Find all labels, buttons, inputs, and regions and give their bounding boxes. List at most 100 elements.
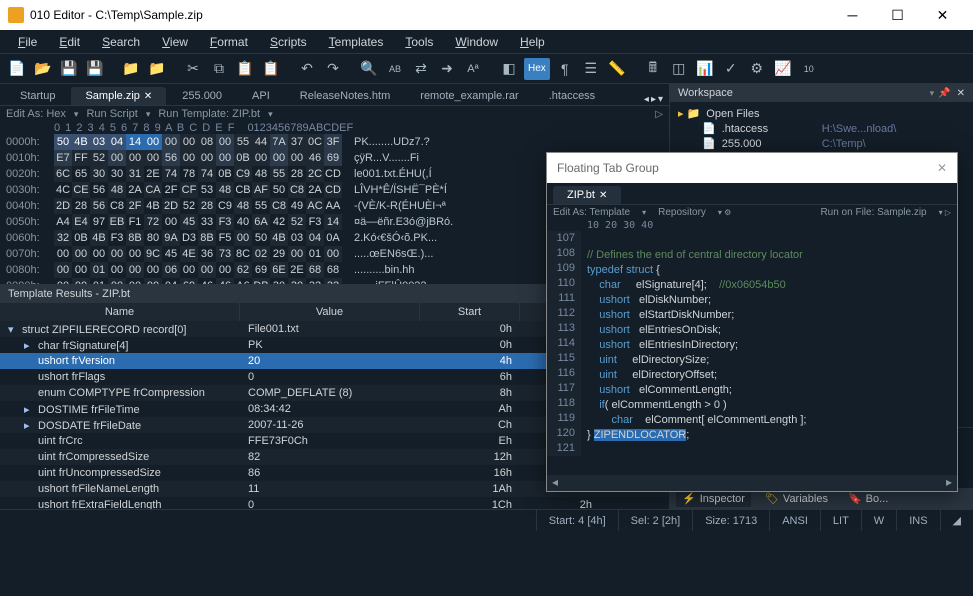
paste-icon[interactable]: 📋 bbox=[234, 58, 256, 80]
code-line[interactable]: ushort elEntriesOnDisk; bbox=[587, 323, 957, 338]
close-button[interactable]: ✕ bbox=[920, 0, 965, 30]
compare-icon[interactable]: ◫ bbox=[668, 58, 690, 80]
chart-icon[interactable]: 📈 bbox=[772, 58, 794, 80]
ops-icon[interactable]: ⚙ bbox=[746, 58, 768, 80]
panel-close-icon[interactable]: ✕ bbox=[957, 88, 965, 99]
maximize-button[interactable]: ☐ bbox=[875, 0, 920, 30]
status-ansi[interactable]: ANSI bbox=[769, 510, 820, 531]
find-ab-icon[interactable]: AB bbox=[384, 58, 406, 80]
status-ins[interactable]: INS bbox=[896, 510, 939, 531]
run-play-icon[interactable]: ▷ bbox=[655, 109, 663, 120]
menu-tools[interactable]: Tools bbox=[395, 33, 443, 51]
code-line[interactable] bbox=[587, 443, 957, 458]
float-edit-as[interactable]: Edit As: Template bbox=[553, 207, 630, 218]
open-icon[interactable]: 📂 bbox=[32, 58, 54, 80]
code-line[interactable] bbox=[587, 233, 957, 248]
ruler-icon[interactable]: 📏 bbox=[606, 58, 628, 80]
menu-templates[interactable]: Templates bbox=[319, 33, 394, 51]
col-value[interactable]: Value bbox=[240, 303, 420, 321]
status-w[interactable]: W bbox=[861, 510, 896, 531]
dropdown-icon[interactable]: ▾ bbox=[658, 94, 663, 105]
save-all-icon[interactable]: 💾 bbox=[84, 58, 106, 80]
code-line[interactable]: uint elDirectorySize; bbox=[587, 353, 957, 368]
scroll-right-icon[interactable]: ▸ bbox=[941, 475, 957, 491]
run-template-label[interactable]: Run Template: ZIP.bt bbox=[158, 108, 260, 120]
open-file-row[interactable]: 📄.htaccessH:\Swe...nload\ bbox=[678, 121, 965, 136]
document-tab[interactable]: 255.000 bbox=[168, 87, 236, 105]
code-line[interactable]: typedef struct { bbox=[587, 263, 957, 278]
hist-icon[interactable]: 📊 bbox=[694, 58, 716, 80]
template-result-row[interactable]: ushort frExtraFieldLength01Ch2h bbox=[0, 497, 669, 509]
floating-tab[interactable]: ZIP.bt✕ bbox=[553, 186, 621, 204]
code-line[interactable]: if( elCommentLength > 0 ) bbox=[587, 398, 957, 413]
document-tab[interactable]: remote_example.rar bbox=[406, 87, 532, 105]
floating-tab-group-window[interactable]: Floating Tab Group ✕ ZIP.bt✕ Edit As: Te… bbox=[546, 152, 958, 492]
highlight-icon[interactable]: ◧ bbox=[498, 58, 520, 80]
font-icon[interactable]: Aª bbox=[462, 58, 484, 80]
scroll-left-icon[interactable]: ◂ bbox=[644, 94, 649, 105]
goto-icon[interactable]: ➜ bbox=[436, 58, 458, 80]
tab-bookmarks[interactable]: 🔖Bo... bbox=[842, 490, 894, 507]
hex-mode-button[interactable]: Hex bbox=[524, 58, 550, 80]
code-line[interactable]: char elSignature[4]; //0x06054b50 bbox=[587, 278, 957, 293]
floating-titlebar[interactable]: Floating Tab Group ✕ bbox=[547, 153, 957, 183]
undo-icon[interactable]: ↶ bbox=[296, 58, 318, 80]
open-file-row[interactable]: 📄255.000C:\Temp\ bbox=[678, 136, 965, 151]
scroll-right-icon[interactable]: ▸ bbox=[651, 94, 656, 105]
new-icon[interactable]: 📄 bbox=[6, 58, 28, 80]
copy-icon[interactable]: ⧉ bbox=[208, 58, 230, 80]
menu-view[interactable]: View bbox=[152, 33, 198, 51]
code-line[interactable]: } ZIPENDLOCATOR; bbox=[587, 428, 957, 443]
code-line[interactable]: uint elDirectoryOffset; bbox=[587, 368, 957, 383]
menu-window[interactable]: Window bbox=[445, 33, 508, 51]
code-line[interactable]: ushort elEntriesInDirectory; bbox=[587, 338, 957, 353]
run-script-label[interactable]: Run Script bbox=[86, 108, 137, 120]
toggle-icon[interactable]: 10 bbox=[798, 58, 820, 80]
align-icon[interactable]: ¶ bbox=[554, 58, 576, 80]
tab-variables[interactable]: 🏷Variables bbox=[759, 490, 834, 507]
resize-grip-icon[interactable]: ◢ bbox=[940, 510, 973, 531]
float-repository[interactable]: Repository bbox=[658, 207, 706, 218]
menu-format[interactable]: Format bbox=[200, 33, 258, 51]
menu-scripts[interactable]: Scripts bbox=[260, 33, 317, 51]
check-icon[interactable]: ✓ bbox=[720, 58, 742, 80]
floating-hscrollbar[interactable]: ◂ ▸ bbox=[547, 475, 957, 491]
edit-as-label[interactable]: Edit As: Hex bbox=[6, 108, 66, 120]
code-editor[interactable]: 1071081091101111121131141151161171181191… bbox=[547, 231, 957, 475]
tab-inspector[interactable]: ⚡Inspector bbox=[676, 490, 751, 507]
menu-help[interactable]: Help bbox=[510, 33, 555, 51]
menu-search[interactable]: Search bbox=[92, 33, 150, 51]
save-icon[interactable]: 💾 bbox=[58, 58, 80, 80]
document-tab[interactable]: Startup bbox=[6, 87, 69, 105]
bars-icon[interactable]: ☰ bbox=[580, 58, 602, 80]
scroll-left-icon[interactable]: ◂ bbox=[547, 475, 563, 491]
paste2-icon[interactable]: 📋 bbox=[260, 58, 282, 80]
minimize-button[interactable]: ─ bbox=[830, 0, 875, 30]
folder-icon[interactable]: 📁 bbox=[146, 58, 168, 80]
menu-file[interactable]: File bbox=[8, 33, 47, 51]
code-line[interactable]: // Defines the end of central directory … bbox=[587, 248, 957, 263]
col-start[interactable]: Start bbox=[420, 303, 520, 321]
hex-row[interactable]: 0000h:504B030414000000080055447A370C3FPK… bbox=[0, 134, 669, 150]
status-lit[interactable]: LIT bbox=[820, 510, 861, 531]
cut-icon[interactable]: ✂ bbox=[182, 58, 204, 80]
code-line[interactable]: ushort elStartDiskNumber; bbox=[587, 308, 957, 323]
code-line[interactable]: ushort elDiskNumber; bbox=[587, 293, 957, 308]
float-run-on[interactable]: Run on File: Sample.zip bbox=[820, 207, 926, 218]
tab-close-icon[interactable]: ✕ bbox=[144, 91, 152, 102]
redo-icon[interactable]: ↷ bbox=[322, 58, 344, 80]
open-folder-icon[interactable]: 📁 bbox=[120, 58, 142, 80]
menu-edit[interactable]: Edit bbox=[49, 33, 90, 51]
find-icon[interactable]: 🔍 bbox=[358, 58, 380, 80]
document-tab[interactable]: API bbox=[238, 87, 284, 105]
tab-close-icon[interactable]: ✕ bbox=[599, 190, 607, 201]
document-tab[interactable]: Sample.zip✕ bbox=[71, 87, 166, 105]
code-line[interactable]: ushort elCommentLength; bbox=[587, 383, 957, 398]
floating-close-icon[interactable]: ✕ bbox=[937, 161, 947, 175]
replace-icon[interactable]: ⇄ bbox=[410, 58, 432, 80]
code-line[interactable]: char elComment[ elCommentLength ]; bbox=[587, 413, 957, 428]
document-tab[interactable]: ReleaseNotes.htm bbox=[286, 87, 405, 105]
document-tab[interactable]: .htaccess bbox=[535, 87, 609, 105]
col-name[interactable]: Name bbox=[0, 303, 240, 321]
calc-icon[interactable]: 🖩 bbox=[642, 58, 664, 80]
